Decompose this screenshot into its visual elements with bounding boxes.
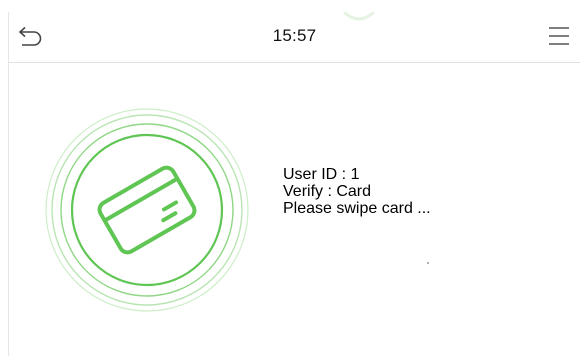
screen-speck [427,262,429,264]
clock-time: 15:57 [272,26,317,45]
verify-method-text: Verify : Card [283,183,372,200]
verification-screen: 15:57 User ID : 1 Verify : Card Please s… [8,12,580,356]
top-bar: 15:57 [9,12,580,63]
swipe-prompt-text: Please swipe card ... [283,200,431,217]
card-verification-icon [45,108,249,312]
user-id-text: User ID : 1 [283,166,360,183]
menu-button[interactable] [544,21,574,51]
hamburger-menu-icon [549,27,569,45]
card-icon [97,165,197,255]
verification-info: User ID : 1 Verify : Card Please swipe c… [283,166,431,217]
